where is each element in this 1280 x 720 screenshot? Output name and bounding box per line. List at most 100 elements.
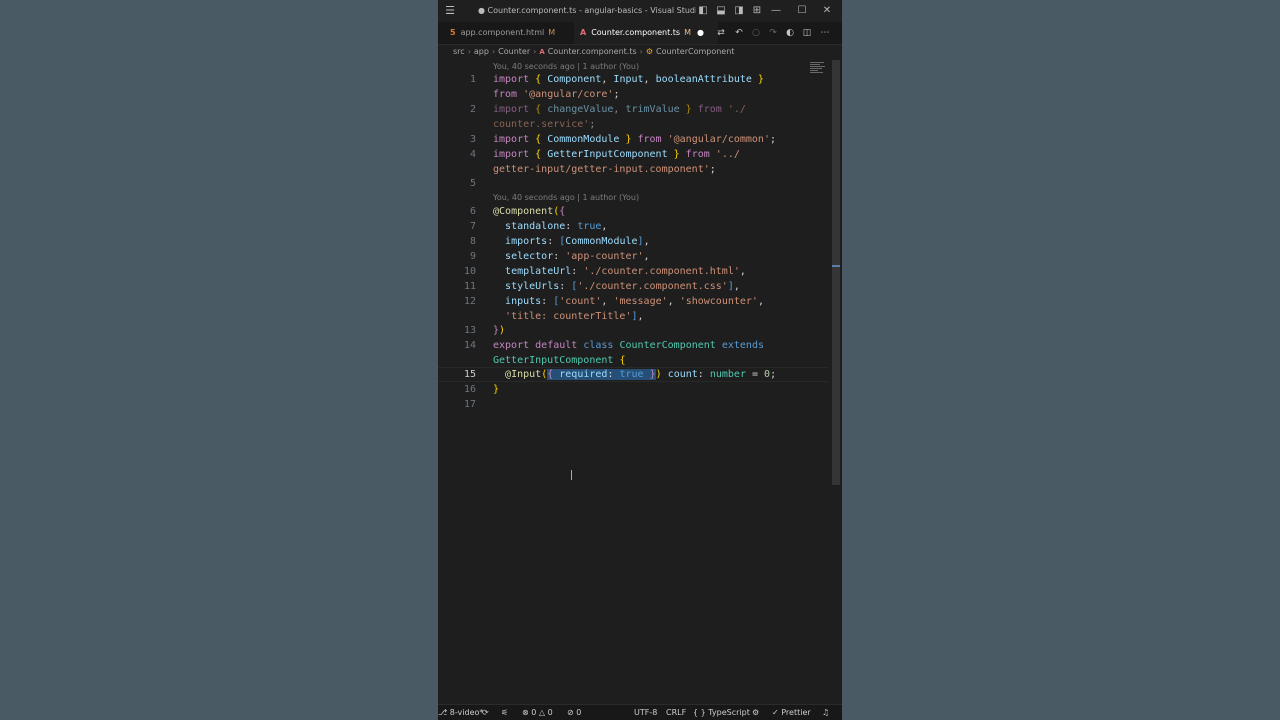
class-symbol-icon: ⚙ bbox=[645, 47, 654, 56]
minimize-button[interactable]: — bbox=[768, 3, 784, 19]
toggle-secondary-sidebar-icon[interactable]: ◨ bbox=[732, 3, 746, 19]
breadcrumb-item[interactable]: src bbox=[453, 47, 465, 56]
previous-change-icon[interactable]: ○ bbox=[749, 26, 763, 40]
line-number-current: 15 bbox=[463, 369, 476, 380]
chevron-right-icon: › bbox=[491, 47, 496, 56]
prettier-indicator[interactable]: ✓ Prettier bbox=[772, 707, 811, 719]
line-number: 11 bbox=[463, 281, 476, 292]
angular-file-icon: A bbox=[580, 28, 587, 37]
error-icon: ⊗ bbox=[522, 708, 532, 717]
encoding-indicator[interactable]: UTF-8 bbox=[634, 707, 657, 719]
code-line-2-wrap: counter.service'; bbox=[493, 119, 596, 130]
text-cursor-icon bbox=[571, 470, 574, 480]
tab-label: app.component.html bbox=[460, 28, 545, 37]
line-number: 2 bbox=[469, 104, 476, 115]
code-line-11: styleUrls: ['./counter.component.css'], bbox=[505, 281, 740, 292]
editor-tabs: 5 app.component.html M A Counter.component.… bbox=[438, 22, 842, 45]
code-line-6: @Component({ bbox=[493, 206, 566, 217]
remote-icon[interactable]: ⚟ bbox=[501, 707, 508, 719]
next-change-icon[interactable]: ↷ bbox=[766, 26, 780, 40]
code-line-4: import { GetterInputComponent } from '..… bbox=[493, 149, 740, 160]
toggle-primary-sidebar-icon[interactable]: ◧ bbox=[696, 3, 710, 19]
vscode-window: ☰ ● Counter.component.ts - angular-basic… bbox=[438, 0, 842, 720]
code-line-16: } bbox=[493, 384, 500, 395]
status-bar: ⎇ 8-video* ⟳ ⚟ ⊗ 0 △ 0 ⊘ 0 UTF-8 CRLF { … bbox=[438, 704, 842, 720]
title-bar: ☰ ● Counter.component.ts - angular-basic… bbox=[438, 0, 842, 22]
code-line-2: import { changeValue, trimValue } from '… bbox=[493, 104, 746, 115]
chevron-right-icon: › bbox=[467, 47, 471, 56]
chevron-right-icon: › bbox=[533, 47, 537, 56]
warning-icon: △ bbox=[536, 708, 548, 717]
breadcrumb-item[interactable]: Counter bbox=[498, 47, 530, 56]
line-number: 10 bbox=[463, 266, 476, 277]
minimap[interactable] bbox=[810, 62, 826, 76]
line-number: 14 bbox=[463, 340, 476, 351]
code-line-15: @Input({ required: true }) count: number… bbox=[505, 369, 777, 380]
unsaved-dot-icon[interactable]: ● bbox=[697, 28, 704, 37]
text-selection: { required: true } bbox=[547, 369, 656, 380]
line-number: 12 bbox=[463, 296, 476, 307]
breadcrumb: src › app › Counter › A Counter.component.ts › ⚙ C… bbox=[453, 46, 734, 58]
line-number: 5 bbox=[469, 178, 476, 189]
tab-app-component-html[interactable]: 5 app.component.html M bbox=[444, 22, 578, 44]
ports-indicator[interactable]: ⊘ 0 bbox=[567, 707, 581, 719]
angular-file-icon: A bbox=[539, 48, 545, 56]
code-line-3: import { CommonModule } from '@angular/c… bbox=[493, 134, 777, 145]
toggle-panel-icon[interactable]: ⬓ bbox=[714, 3, 728, 19]
line-number: 9 bbox=[469, 251, 476, 262]
code-line-12-wrap: 'title: counterTitle'], bbox=[505, 311, 644, 322]
menu-icon[interactable]: ☰ bbox=[442, 3, 458, 19]
line-number: 16 bbox=[463, 384, 476, 395]
notifications-bell-icon[interactable]: ♫ bbox=[822, 707, 829, 719]
customize-layout-icon[interactable]: ⊞ bbox=[750, 3, 764, 19]
line-number: 1 bbox=[469, 74, 476, 85]
line-number: 17 bbox=[463, 399, 476, 410]
breadcrumb-item[interactable]: app bbox=[474, 47, 489, 56]
ports-icon: ⊘ bbox=[567, 708, 577, 717]
line-number: 3 bbox=[469, 134, 476, 145]
git-compare-icon[interactable]: ⇄ bbox=[714, 26, 728, 40]
maximize-button[interactable]: ☐ bbox=[794, 3, 810, 19]
modified-badge: M bbox=[548, 28, 556, 37]
open-changes-icon[interactable]: ◐ bbox=[783, 26, 797, 40]
problems-indicator[interactable]: ⊗ 0 △ 0 bbox=[522, 707, 553, 719]
code-line-1-wrap: from '@angular/core'; bbox=[493, 89, 620, 100]
codelens-blame[interactable]: You, 40 seconds ago | 1 author (You) bbox=[493, 193, 639, 202]
tab-counter-component-ts[interactable]: A Counter.component.ts M ● bbox=[574, 22, 718, 44]
code-editor[interactable]: You, 40 seconds ago | 1 author (You) You… bbox=[438, 60, 842, 700]
sync-icon[interactable]: ⟳ bbox=[482, 707, 489, 719]
split-editor-icon[interactable]: ◫ bbox=[800, 26, 814, 40]
eol-indicator[interactable]: CRLF bbox=[666, 707, 686, 719]
language-mode[interactable]: { } TypeScript bbox=[693, 707, 750, 719]
html-file-icon: 5 bbox=[450, 28, 456, 37]
more-actions-icon[interactable]: ⋯ bbox=[818, 26, 832, 40]
vertical-scrollbar[interactable] bbox=[832, 60, 840, 485]
braces-icon: { } bbox=[693, 708, 706, 717]
code-line-13: }) bbox=[493, 325, 506, 336]
chevron-right-icon: › bbox=[639, 47, 643, 56]
line-number: 13 bbox=[463, 325, 476, 336]
line-number: 4 bbox=[469, 149, 476, 160]
copilot-icon[interactable]: ⚙ bbox=[752, 707, 759, 719]
breadcrumb-item[interactable]: CounterComponent bbox=[656, 47, 734, 56]
code-line-14-wrap: GetterInputComponent { bbox=[493, 355, 626, 366]
code-line-9: selector: 'app-counter', bbox=[505, 251, 650, 262]
line-number: 8 bbox=[469, 236, 476, 247]
code-line-8: imports: [CommonModule], bbox=[505, 236, 650, 247]
codelens-blame[interactable]: You, 40 seconds ago | 1 author (You) bbox=[493, 62, 639, 71]
branch-icon: ⎇ bbox=[438, 708, 450, 717]
undo-change-icon[interactable]: ↶ bbox=[732, 26, 746, 40]
code-line-12: inputs: ['count', 'message', 'showcounte… bbox=[505, 296, 764, 307]
breadcrumb-item[interactable]: Counter.component.ts bbox=[548, 47, 637, 56]
code-line-4-wrap: getter-input/getter-input.component'; bbox=[493, 164, 716, 175]
code-line-14: export default class CounterComponent ex… bbox=[493, 340, 764, 351]
code-line-1: import { Component, Input, booleanAttrib… bbox=[493, 74, 764, 85]
modified-badge: M bbox=[684, 28, 691, 37]
line-number: 7 bbox=[469, 221, 476, 232]
close-window-button[interactable]: ✕ bbox=[819, 3, 835, 19]
code-line-7: standalone: true, bbox=[505, 221, 608, 232]
line-number: 6 bbox=[469, 206, 476, 217]
check-double-icon: ✓ bbox=[772, 708, 782, 717]
source-control-branch[interactable]: ⎇ 8-video* bbox=[438, 707, 483, 719]
window-title: ● Counter.component.ts - angular-basics … bbox=[478, 6, 696, 15]
